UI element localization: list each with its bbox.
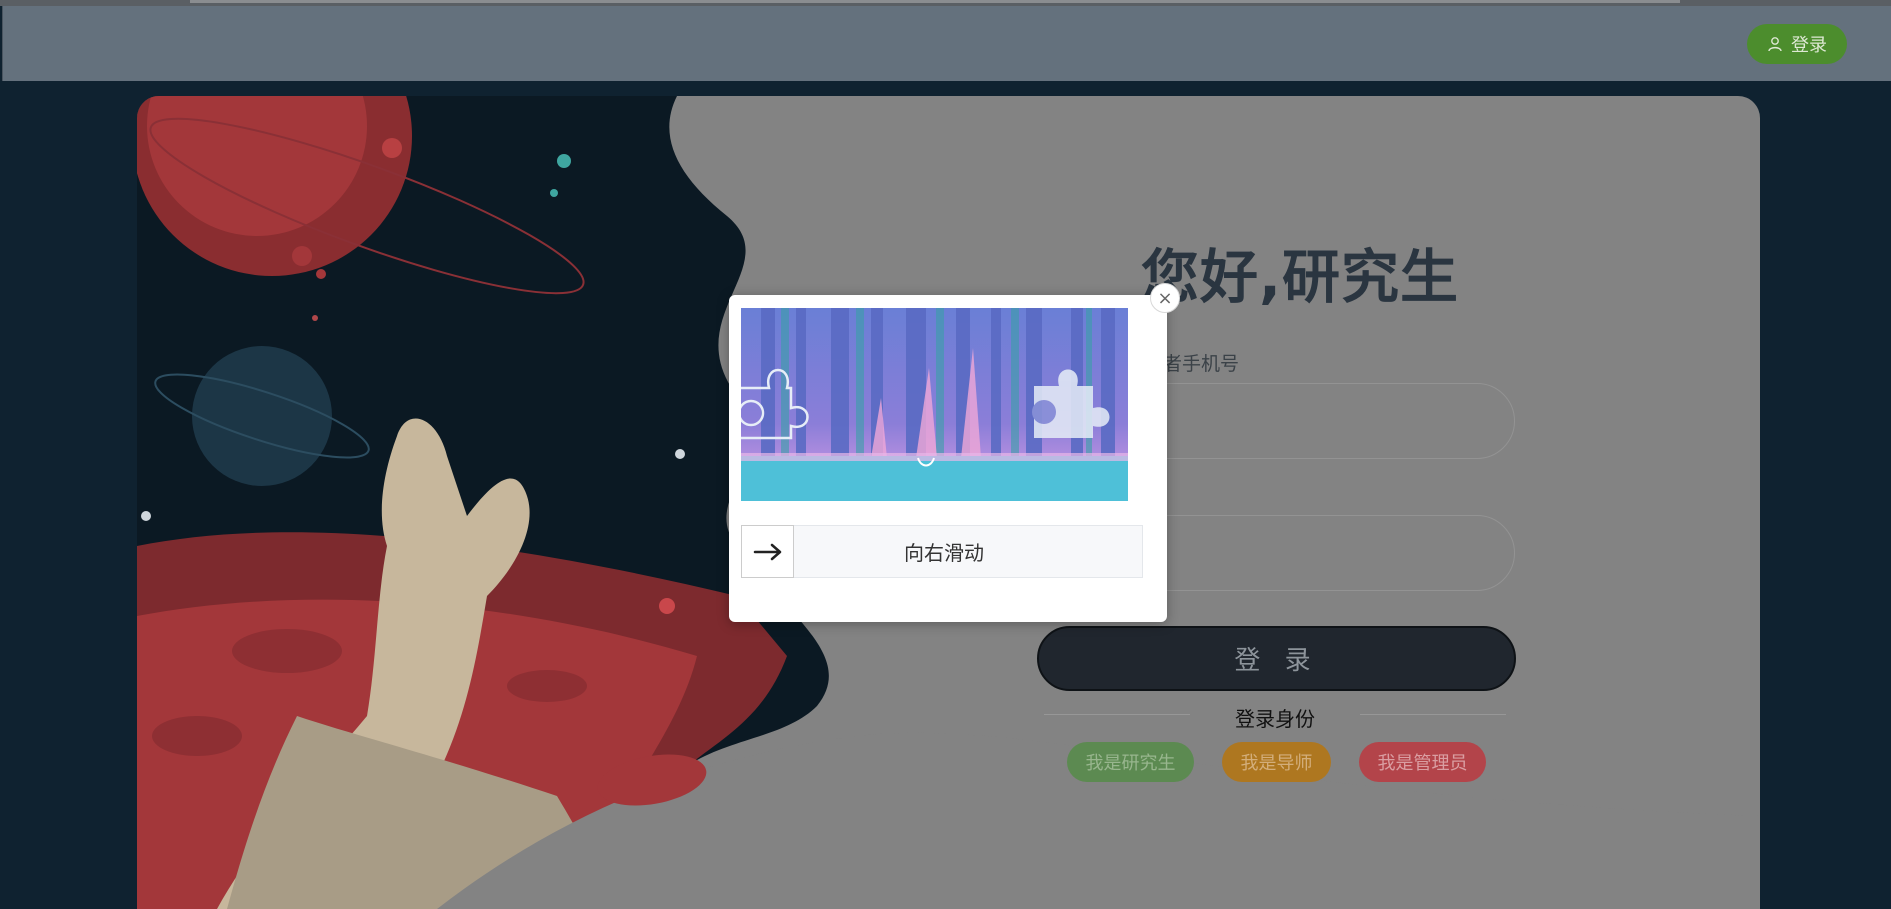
browser-bar xyxy=(190,0,1680,3)
role-student-button[interactable]: 我是研究生 xyxy=(1067,742,1194,782)
divider-left xyxy=(1044,714,1190,715)
divider-right xyxy=(1360,714,1506,715)
slider-hint-text: 向右滑动 xyxy=(904,541,984,565)
slider-handle[interactable] xyxy=(741,525,794,578)
captcha-puzzle-image xyxy=(741,308,1128,501)
captcha-slider-track[interactable]: 向右滑动 xyxy=(741,525,1143,578)
header-login-label: 登录 xyxy=(1791,35,1827,56)
refresh-icon[interactable] xyxy=(1101,312,1128,501)
role-admin-button[interactable]: 我是管理员 xyxy=(1359,742,1486,782)
user-icon xyxy=(1768,37,1782,52)
header-login-button[interactable]: 登录 xyxy=(1747,24,1847,64)
account-field-label: 者手机号 xyxy=(1163,353,1240,375)
role-advisor-button[interactable]: 我是导师 xyxy=(1222,742,1331,782)
arrow-right-icon xyxy=(753,543,781,560)
close-icon[interactable]: × xyxy=(1150,283,1180,313)
login-submit-button[interactable]: 登 录 xyxy=(1037,626,1516,691)
captcha-modal: 向右滑动 xyxy=(729,295,1167,622)
page-header: 登录 xyxy=(2,6,1891,81)
role-section-title: 登录身份 xyxy=(1235,707,1315,731)
